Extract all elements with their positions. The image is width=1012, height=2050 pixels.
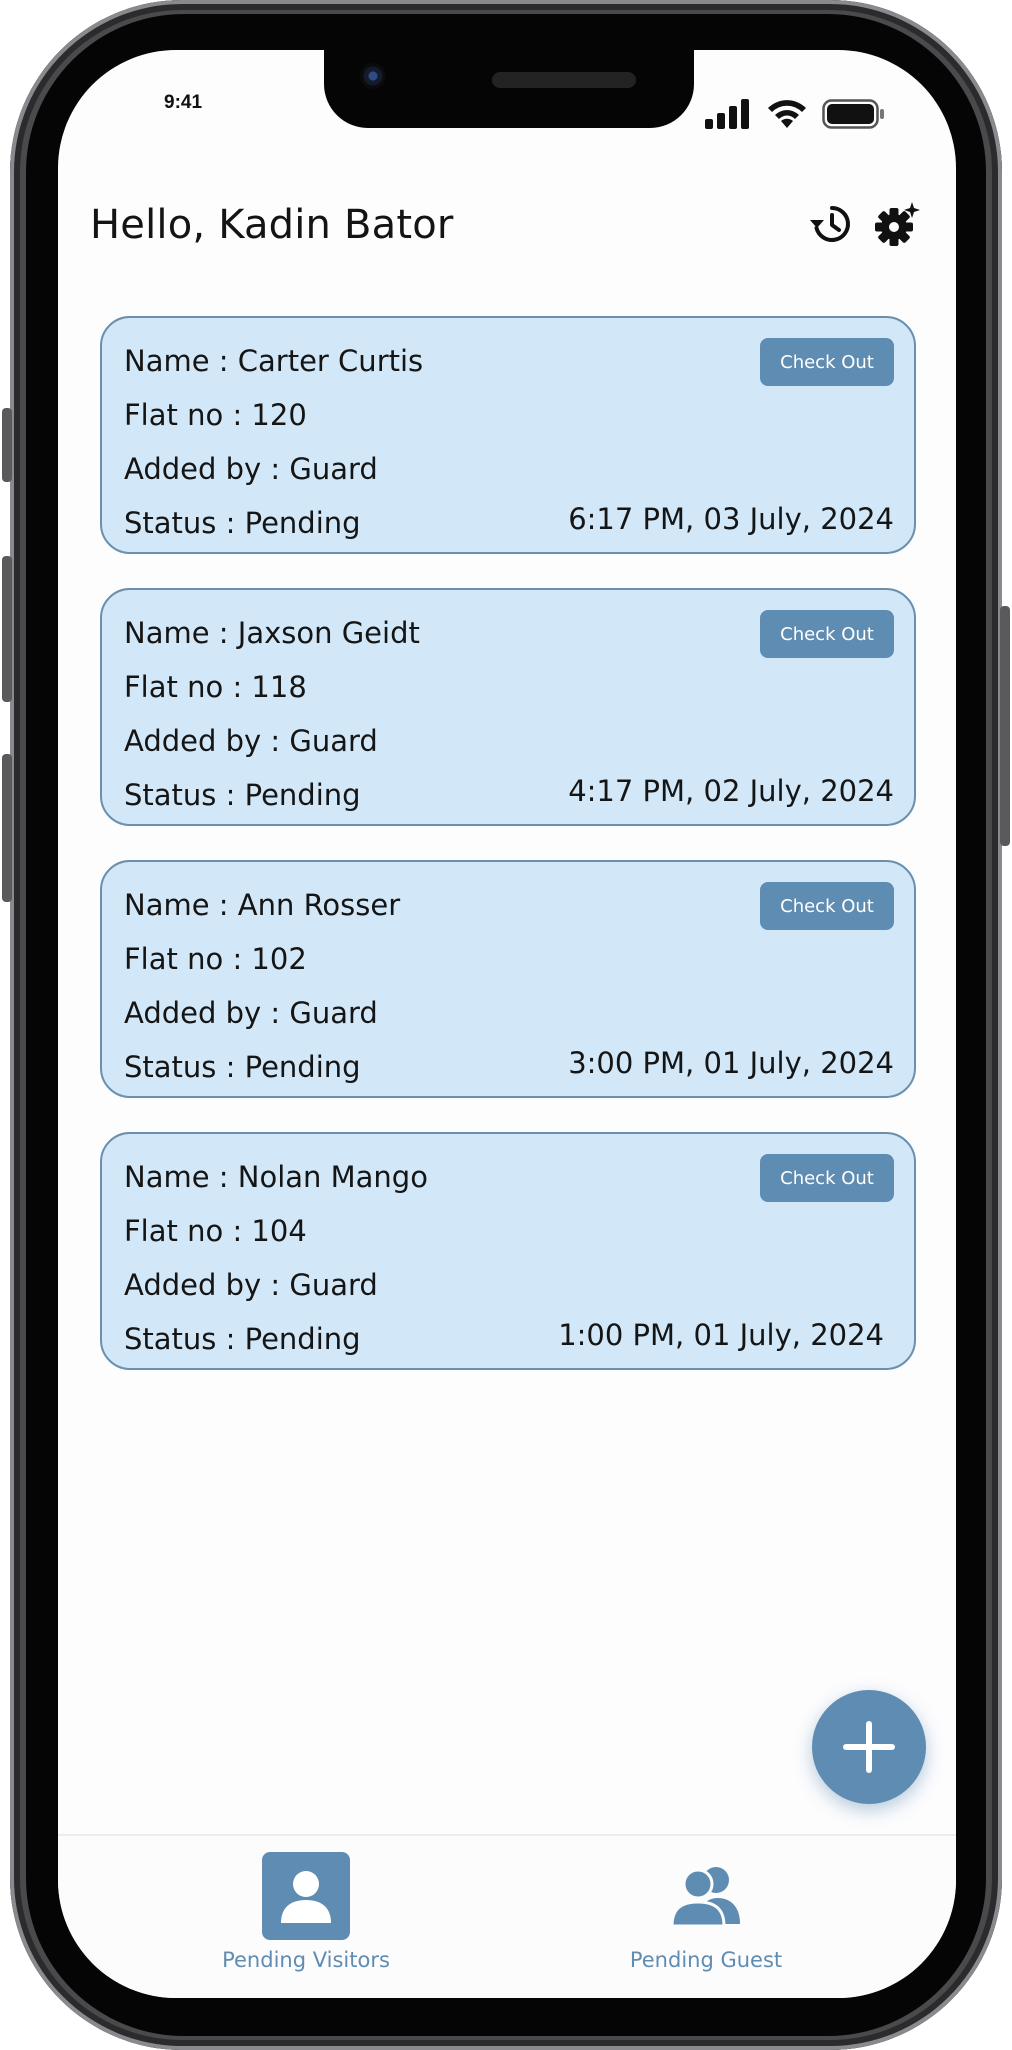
visitor-added-by: Added by : Guard bbox=[124, 996, 378, 1030]
side-button bbox=[1000, 606, 1010, 846]
add-visitor-button[interactable] bbox=[812, 1690, 926, 1804]
visitor-card: Name : Ann Rosser Flat no : 102 Added by… bbox=[100, 860, 916, 1098]
visitor-card: Name : Carter Curtis Flat no : 120 Added… bbox=[100, 316, 916, 554]
wifi-icon bbox=[768, 100, 806, 128]
bottom-navigation: Pending Visitors Pending Guest bbox=[58, 1834, 956, 1998]
visitor-flat: Flat no : 118 bbox=[124, 670, 307, 704]
visitor-timestamp: 4:17 PM, 02 July, 2024 bbox=[568, 774, 894, 808]
visitor-flat: Flat no : 120 bbox=[124, 398, 307, 432]
signal-icon bbox=[705, 99, 749, 129]
visitor-timestamp: 6:17 PM, 03 July, 2024 bbox=[568, 502, 894, 536]
visitor-added-by: Added by : Guard bbox=[124, 452, 378, 486]
side-button bbox=[2, 408, 12, 482]
settings-button[interactable] bbox=[874, 200, 922, 248]
visitor-timestamp: 3:00 PM, 01 July, 2024 bbox=[568, 1046, 894, 1080]
app-screen: 9:41 Hello, Kadin Bator Name: Carter Cu… bbox=[58, 50, 956, 1998]
nav-pending-visitors[interactable]: Pending Visitors bbox=[186, 1852, 426, 1972]
history-button[interactable] bbox=[806, 200, 854, 248]
status-icons bbox=[704, 98, 886, 130]
nav-icon-container bbox=[662, 1852, 750, 1940]
nav-icon-container bbox=[262, 1852, 350, 1940]
nav-label: Pending Guest bbox=[629, 1948, 783, 1972]
plus-icon bbox=[843, 1721, 895, 1773]
side-button bbox=[2, 556, 12, 702]
people-icon bbox=[670, 1867, 740, 1928]
speaker-grille bbox=[492, 72, 636, 88]
person-icon bbox=[281, 1871, 331, 1923]
status-time: 9:41 bbox=[164, 92, 203, 113]
visitor-added-by: Added by : Guard bbox=[124, 724, 378, 758]
visitor-added-by: Added by : Guard bbox=[124, 1268, 378, 1302]
camera-icon bbox=[360, 63, 386, 89]
history-icon bbox=[810, 206, 850, 242]
nav-label: Pending Visitors bbox=[222, 1948, 390, 1972]
settings-icon bbox=[875, 202, 920, 246]
side-button bbox=[2, 754, 12, 902]
check-out-button[interactable]: Check Out bbox=[760, 338, 894, 386]
visitor-card: Name : Nolan Mango Flat no : 104 Added b… bbox=[100, 1132, 916, 1370]
visitor-list: Name : Carter Curtis Flat no : 120 Added… bbox=[100, 316, 916, 1404]
check-out-button[interactable]: Check Out bbox=[760, 610, 894, 658]
check-out-button[interactable]: Check Out bbox=[760, 882, 894, 930]
visitor-card: Name : Jaxson Geidt Flat no : 118 Added … bbox=[100, 588, 916, 826]
visitor-flat: Flat no : 102 bbox=[124, 942, 307, 976]
check-out-button[interactable]: Check Out bbox=[760, 1154, 894, 1202]
visitor-timestamp: 1:00 PM, 01 July, 2024 bbox=[558, 1318, 884, 1352]
battery-icon bbox=[822, 99, 884, 129]
page-title: Hello, Kadin Bator bbox=[90, 202, 454, 248]
nav-pending-guest[interactable]: Pending Guest bbox=[586, 1852, 826, 1972]
header-actions bbox=[806, 200, 922, 248]
visitor-flat: Flat no : 104 bbox=[124, 1214, 307, 1248]
dynamic-notch bbox=[324, 50, 694, 128]
